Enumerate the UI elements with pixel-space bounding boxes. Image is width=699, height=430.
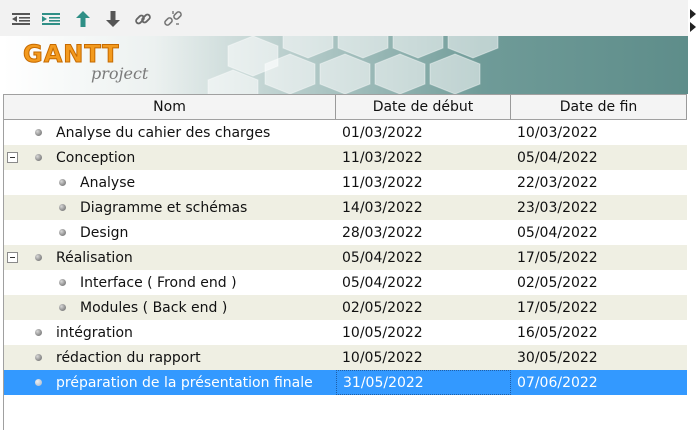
task-start-date[interactable]: 11/03/2022 — [336, 145, 511, 170]
task-name: préparation de la présentation finale — [56, 374, 313, 391]
task-end-date[interactable]: 02/05/2022 — [511, 270, 687, 295]
task-name-cell[interactable]: Diagramme et schémas — [4, 195, 336, 220]
indent-icon — [42, 12, 60, 26]
unlink-icon — [164, 10, 182, 28]
task-bullet-icon — [35, 129, 42, 136]
gantt-banner: GANTT project — [3, 36, 688, 94]
table-row[interactable]: intégration 10/05/2022 16/05/2022 — [4, 320, 687, 345]
task-name-cell[interactable]: Modules ( Back end ) — [4, 295, 336, 320]
unindent-button[interactable] — [11, 9, 31, 29]
table-row[interactable]: Analyse du cahier des charges 01/03/2022 1… — [4, 120, 687, 145]
collapse-toggle-icon[interactable] — [7, 152, 18, 163]
task-bullet-icon — [59, 229, 66, 236]
task-bullet-icon — [35, 379, 42, 386]
task-bullet-icon — [59, 279, 66, 286]
column-header-name[interactable]: Nom — [4, 95, 336, 119]
scroll-right-icon-2[interactable] — [690, 22, 696, 32]
ganttproject-logo: GANTT project — [23, 40, 163, 90]
right-scroll-strip[interactable] — [688, 0, 699, 430]
task-end-date[interactable]: 07/06/2022 — [511, 370, 687, 395]
task-table: Nom Date de début Date de fin Analyse du… — [3, 94, 687, 430]
task-name: Interface ( Frond end ) — [80, 274, 237, 291]
unindent-icon — [12, 12, 30, 26]
task-end-date[interactable]: 17/05/2022 — [511, 295, 687, 320]
table-row[interactable]: préparation de la présentation finale 31/… — [4, 370, 687, 395]
task-bullet-icon — [35, 329, 42, 336]
task-name: Design — [80, 224, 129, 241]
task-end-date[interactable]: 05/04/2022 — [511, 145, 687, 170]
task-end-date[interactable]: 05/04/2022 — [511, 220, 687, 245]
column-header-start[interactable]: Date de début — [336, 95, 511, 119]
table-row[interactable]: rédaction du rapport 10/05/2022 30/05/2022 — [4, 345, 687, 370]
table-row[interactable]: Diagramme et schémas 14/03/2022 23/03/2022 — [4, 195, 687, 220]
task-bullet-icon — [35, 154, 42, 161]
task-name: rédaction du rapport — [56, 349, 201, 366]
move-down-icon — [106, 11, 120, 27]
task-name-cell[interactable]: Design — [4, 220, 336, 245]
task-name: Réalisation — [56, 249, 133, 266]
logo-sub-text: project — [91, 64, 149, 83]
task-name-cell[interactable]: intégration — [4, 320, 336, 345]
table-header: Nom Date de début Date de fin — [4, 94, 687, 120]
indent-button[interactable] — [41, 9, 61, 29]
task-start-date[interactable]: 31/05/2022 — [336, 370, 511, 395]
task-start-date[interactable]: 05/04/2022 — [336, 270, 511, 295]
task-start-date[interactable]: 11/03/2022 — [336, 170, 511, 195]
move-up-icon — [76, 11, 90, 27]
task-bullet-icon — [59, 204, 66, 211]
gantt-project-window: GANTT project Nom Date de début Date de … — [0, 0, 699, 430]
task-name-cell[interactable]: Analyse — [4, 170, 336, 195]
task-end-date[interactable]: 30/05/2022 — [511, 345, 687, 370]
table-row[interactable]: Analyse 11/03/2022 22/03/2022 — [4, 170, 687, 195]
task-start-date[interactable]: 28/03/2022 — [336, 220, 511, 245]
task-toolbar — [0, 0, 688, 36]
task-name-cell[interactable]: Conception — [4, 145, 336, 170]
task-start-date[interactable]: 02/05/2022 — [336, 295, 511, 320]
task-bullet-icon — [59, 304, 66, 311]
task-name: Analyse du cahier des charges — [56, 124, 271, 141]
task-end-date[interactable]: 16/05/2022 — [511, 320, 687, 345]
task-name-cell[interactable]: Réalisation — [4, 245, 336, 270]
task-name: Diagramme et schémas — [80, 199, 248, 216]
task-start-date[interactable]: 01/03/2022 — [336, 120, 511, 145]
task-name-cell[interactable]: Analyse du cahier des charges — [4, 120, 336, 145]
collapse-toggle-icon[interactable] — [7, 252, 18, 263]
task-start-date[interactable]: 10/05/2022 — [336, 320, 511, 345]
link-icon — [134, 10, 152, 28]
task-name: Modules ( Back end ) — [80, 299, 228, 316]
task-name: Analyse — [80, 174, 136, 191]
table-row[interactable]: Conception 11/03/2022 05/04/2022 — [4, 145, 687, 170]
table-row[interactable]: Réalisation 05/04/2022 17/05/2022 — [4, 245, 687, 270]
task-name: intégration — [56, 324, 133, 341]
task-end-date[interactable]: 17/05/2022 — [511, 245, 687, 270]
task-name-cell[interactable]: préparation de la présentation finale — [4, 370, 336, 395]
task-bullet-icon — [35, 254, 42, 261]
task-name-cell[interactable]: rédaction du rapport — [4, 345, 336, 370]
scroll-right-icon[interactable] — [690, 9, 696, 19]
task-start-date[interactable]: 05/04/2022 — [336, 245, 511, 270]
table-row[interactable]: Design 28/03/2022 05/04/2022 — [4, 220, 687, 245]
table-row[interactable]: Modules ( Back end ) 02/05/2022 17/05/2022 — [4, 295, 687, 320]
task-start-date[interactable]: 10/05/2022 — [336, 345, 511, 370]
task-start-date[interactable]: 14/03/2022 — [336, 195, 511, 220]
column-header-end[interactable]: Date de fin — [511, 95, 687, 119]
task-name-cell[interactable]: Interface ( Frond end ) — [4, 270, 336, 295]
task-end-date[interactable]: 22/03/2022 — [511, 170, 687, 195]
task-end-date[interactable]: 10/03/2022 — [511, 120, 687, 145]
move-up-button[interactable] — [73, 9, 93, 29]
task-end-date[interactable]: 23/03/2022 — [511, 195, 687, 220]
table-row[interactable]: Interface ( Frond end ) 05/04/2022 02/05/2… — [4, 270, 687, 295]
unlink-button[interactable] — [163, 9, 183, 29]
task-bullet-icon — [35, 354, 42, 361]
move-down-button[interactable] — [103, 9, 123, 29]
task-bullet-icon — [59, 179, 66, 186]
task-name: Conception — [56, 149, 136, 166]
link-button[interactable] — [133, 9, 153, 29]
